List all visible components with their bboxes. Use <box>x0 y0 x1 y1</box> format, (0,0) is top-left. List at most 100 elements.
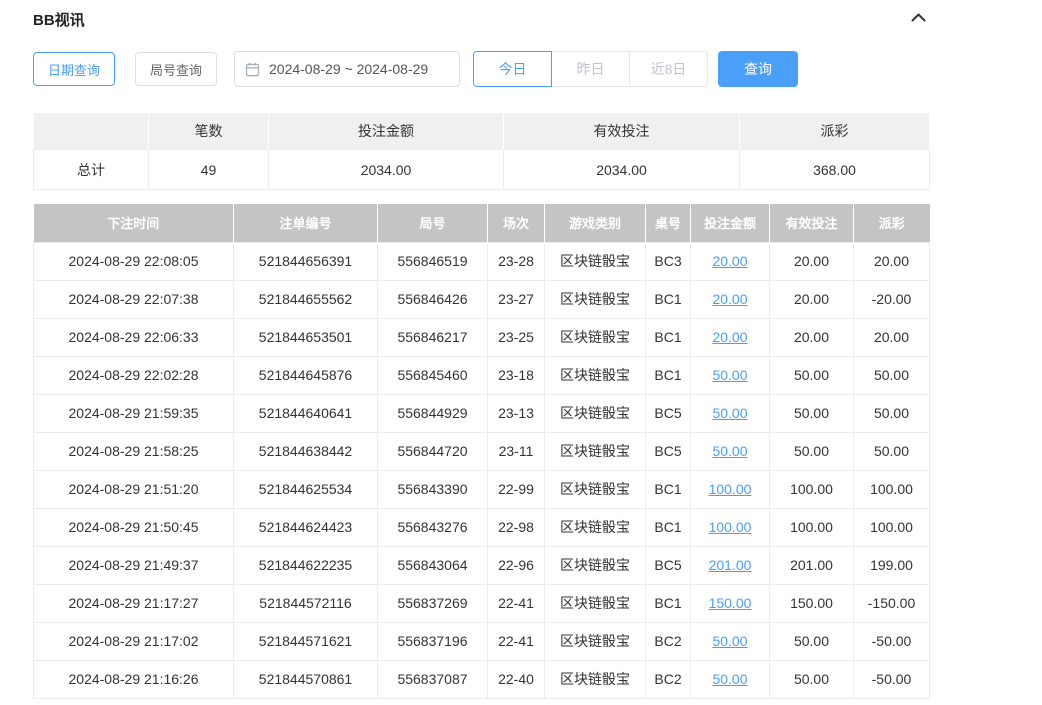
round-query-tab[interactable]: 局号查询 <box>135 52 217 86</box>
column-header-game-type: 游戏类别 <box>545 204 646 242</box>
cell-time: 2024-08-29 22:07:38 <box>34 280 234 318</box>
summary-column-header-payout: 派彩 <box>740 113 930 150</box>
bet-amount-link[interactable]: 50.00 <box>712 367 747 383</box>
cell-game-type: 区块链骰宝 <box>545 470 646 508</box>
bet-amount-link[interactable]: 150.00 <box>709 595 752 611</box>
cell-table-no: BC2 <box>646 660 691 698</box>
cell-valid-bet: 50.00 <box>770 660 854 698</box>
table-row: 2024-08-29 22:07:38521844655562556846426… <box>34 280 930 318</box>
cell-bet-amount: 20.00 <box>691 280 770 318</box>
yesterday-button[interactable]: 昨日 <box>551 51 630 87</box>
date-range-picker[interactable]: 2024-08-29 ~ 2024-08-29 <box>234 51 460 87</box>
bet-amount-link[interactable]: 20.00 <box>712 253 747 269</box>
cell-game-type: 区块链骰宝 <box>545 546 646 584</box>
summary-payout-value: 368.00 <box>740 150 930 190</box>
cell-time: 2024-08-29 21:49:37 <box>34 546 234 584</box>
table-row: 2024-08-29 21:50:45521844624423556843276… <box>34 508 930 546</box>
collapse-button[interactable] <box>908 8 929 30</box>
cell-round-no: 556837196 <box>378 622 488 660</box>
cell-table-no: BC5 <box>646 546 691 584</box>
cell-order-no: 521844570861 <box>234 660 378 698</box>
cell-order-no: 521844645876 <box>234 356 378 394</box>
summary-valid-bet-value: 2034.00 <box>504 150 740 190</box>
cell-session: 22-41 <box>488 622 545 660</box>
cell-order-no: 521844624423 <box>234 508 378 546</box>
bet-amount-link[interactable]: 50.00 <box>712 443 747 459</box>
bet-amount-link[interactable]: 50.00 <box>712 405 747 421</box>
date-range-value: 2024-08-29 ~ 2024-08-29 <box>269 61 428 77</box>
table-row: 2024-08-29 22:06:33521844653501556846217… <box>34 318 930 356</box>
cell-payout: -20.00 <box>854 280 930 318</box>
cell-valid-bet: 50.00 <box>770 394 854 432</box>
cell-payout: 20.00 <box>854 318 930 356</box>
bet-amount-link[interactable]: 100.00 <box>709 519 752 535</box>
cell-table-no: BC1 <box>646 508 691 546</box>
table-row: 2024-08-29 21:49:37521844622235556843064… <box>34 546 930 584</box>
cell-order-no: 521844625534 <box>234 470 378 508</box>
search-button[interactable]: 查询 <box>718 51 798 87</box>
summary-column-header-valid-bet: 有效投注 <box>504 113 740 150</box>
last-8-days-button[interactable]: 近8日 <box>629 51 708 87</box>
cell-payout: 20.00 <box>854 242 930 280</box>
bet-amount-link[interactable]: 50.00 <box>712 671 747 687</box>
cell-time: 2024-08-29 21:17:02 <box>34 622 234 660</box>
cell-valid-bet: 20.00 <box>770 280 854 318</box>
summary-table: 笔数 投注金额 有效投注 派彩 总计 49 2034.00 2034.00 36… <box>33 112 930 190</box>
cell-table-no: BC1 <box>646 280 691 318</box>
cell-game-type: 区块链骰宝 <box>545 584 646 622</box>
bet-records-table: 下注时间 注单编号 局号 场次 游戏类别 桌号 投注金额 有效投注 派彩 202… <box>33 204 930 699</box>
table-row: 2024-08-29 21:51:20521844625534556843390… <box>34 470 930 508</box>
bet-amount-link[interactable]: 201.00 <box>709 557 752 573</box>
cell-order-no: 521844653501 <box>234 318 378 356</box>
cell-bet-amount: 100.00 <box>691 508 770 546</box>
summary-total-row: 总计 49 2034.00 2034.00 368.00 <box>34 150 930 190</box>
cell-time: 2024-08-29 22:08:05 <box>34 242 234 280</box>
cell-round-no: 556843064 <box>378 546 488 584</box>
cell-order-no: 521844571621 <box>234 622 378 660</box>
cell-bet-amount: 20.00 <box>691 242 770 280</box>
cell-time: 2024-08-29 21:50:45 <box>34 508 234 546</box>
bet-amount-link[interactable]: 50.00 <box>712 633 747 649</box>
bet-amount-link[interactable]: 20.00 <box>712 329 747 345</box>
cell-session: 22-99 <box>488 470 545 508</box>
cell-bet-amount: 50.00 <box>691 432 770 470</box>
cell-payout: -150.00 <box>854 584 930 622</box>
cell-table-no: BC1 <box>646 470 691 508</box>
table-row: 2024-08-29 21:58:25521844638442556844720… <box>34 432 930 470</box>
bet-amount-link[interactable]: 20.00 <box>712 291 747 307</box>
today-button[interactable]: 今日 <box>473 51 552 87</box>
cell-session: 22-40 <box>488 660 545 698</box>
bet-table-body: 2024-08-29 22:08:05521844656391556846519… <box>34 242 930 698</box>
cell-time: 2024-08-29 21:16:26 <box>34 660 234 698</box>
cell-valid-bet: 50.00 <box>770 356 854 394</box>
column-header-order-no: 注单编号 <box>234 204 378 242</box>
cell-valid-bet: 20.00 <box>770 242 854 280</box>
cell-round-no: 556837269 <box>378 584 488 622</box>
cell-valid-bet: 50.00 <box>770 432 854 470</box>
summary-bet-amount-value: 2034.00 <box>269 150 504 190</box>
column-header-payout: 派彩 <box>854 204 930 242</box>
cell-bet-amount: 50.00 <box>691 394 770 432</box>
cell-payout: -50.00 <box>854 660 930 698</box>
cell-payout: -50.00 <box>854 622 930 660</box>
cell-order-no: 521844572116 <box>234 584 378 622</box>
cell-bet-amount: 150.00 <box>691 584 770 622</box>
cell-valid-bet: 100.00 <box>770 508 854 546</box>
cell-table-no: BC5 <box>646 432 691 470</box>
table-row: 2024-08-29 21:59:35521844640641556844929… <box>34 394 930 432</box>
cell-valid-bet: 20.00 <box>770 318 854 356</box>
date-query-tab[interactable]: 日期查询 <box>33 52 115 86</box>
cell-time: 2024-08-29 22:06:33 <box>34 318 234 356</box>
cell-time: 2024-08-29 21:51:20 <box>34 470 234 508</box>
cell-round-no: 556843276 <box>378 508 488 546</box>
cell-valid-bet: 100.00 <box>770 470 854 508</box>
bet-amount-link[interactable]: 100.00 <box>709 481 752 497</box>
cell-round-no: 556846217 <box>378 318 488 356</box>
cell-game-type: 区块链骰宝 <box>545 242 646 280</box>
summary-column-header-blank <box>34 113 149 150</box>
cell-round-no: 556837087 <box>378 660 488 698</box>
summary-count-value: 49 <box>149 150 269 190</box>
cell-game-type: 区块链骰宝 <box>545 280 646 318</box>
cell-session: 23-18 <box>488 356 545 394</box>
table-row: 2024-08-29 22:02:28521844645876556845460… <box>34 356 930 394</box>
